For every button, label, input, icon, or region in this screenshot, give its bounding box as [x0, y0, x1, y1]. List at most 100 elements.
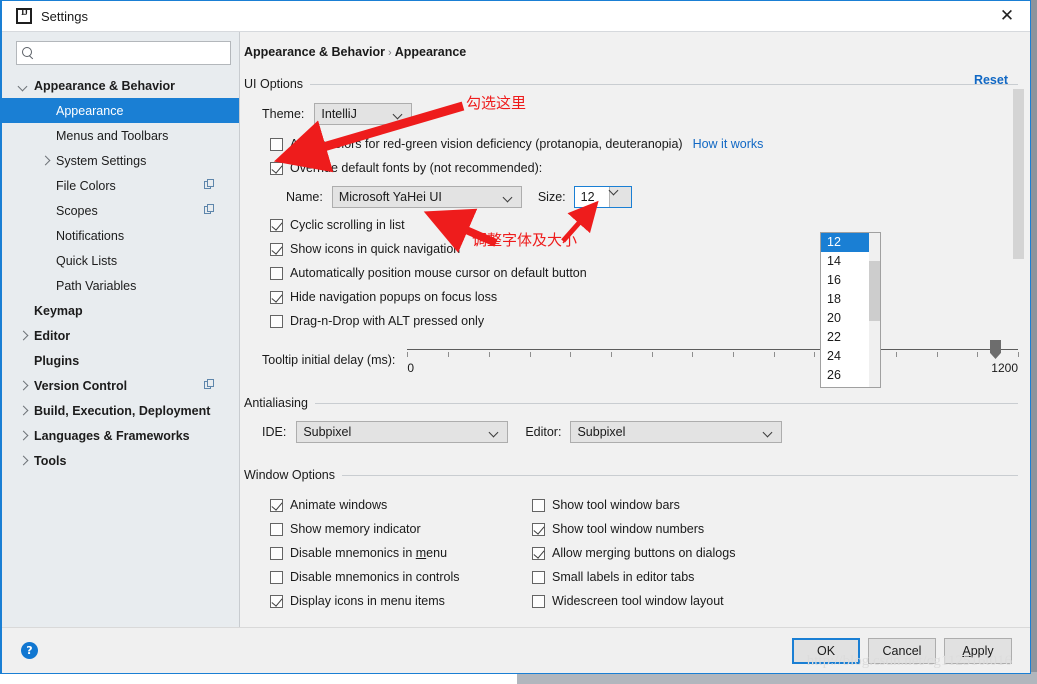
override-fonts-row[interactable]: Override default fonts by (not recommend… [270, 161, 1018, 175]
chevron-down-icon [504, 194, 512, 202]
copy-settings-icon[interactable] [204, 179, 215, 190]
checkbox-row-show-icons-in-quick-navigation[interactable]: Show icons in quick navigation [270, 242, 1018, 256]
section-antialiasing: Antialiasing IDE: Subpixel Editor: Subpi… [244, 396, 1018, 443]
checkbox-control[interactable] [270, 266, 283, 280]
copy-settings-icon[interactable] [204, 379, 215, 390]
ide-antialias-select[interactable]: Subpixel [296, 421, 509, 443]
window-option-disable-mnemonics-in-controls[interactable]: Disable mnemonics in controls [270, 570, 532, 584]
checkbox-control[interactable] [270, 570, 283, 584]
cancel-button[interactable]: Cancel [868, 637, 936, 664]
breadcrumb-root[interactable]: Appearance & Behavior [244, 45, 385, 59]
font-size-dropdown[interactable]: 12 14 16 18 20 22 24 26 [820, 232, 881, 388]
ok-button[interactable]: OK [792, 637, 860, 664]
content-scrollbar-thumb[interactable] [1013, 89, 1024, 259]
breadcrumb: Appearance & Behavior › Appearance [244, 45, 466, 59]
how-it-works-link[interactable]: How it works [693, 137, 764, 151]
sidebar-item-scopes[interactable]: Scopes [2, 198, 239, 223]
checkbox-control[interactable] [270, 546, 283, 560]
checkbox-control[interactable] [532, 546, 545, 560]
search-box[interactable] [16, 41, 231, 65]
sidebar-item-label: Scopes [56, 203, 98, 218]
override-fonts-checkbox[interactable] [270, 161, 283, 175]
checkbox-label: Drag-n-Drop with ALT pressed only [290, 314, 485, 328]
sidebar-item-menus-and-toolbars[interactable]: Menus and Toolbars [2, 123, 239, 148]
chevron-right-icon[interactable] [18, 405, 29, 416]
sidebar-item-tools[interactable]: Tools [2, 448, 239, 473]
checkbox-control[interactable] [270, 218, 283, 232]
help-icon[interactable]: ? [21, 642, 38, 659]
tooltip-delay-slider[interactable]: 0 1200 [407, 340, 1019, 380]
slider-min-label: 0 [407, 361, 415, 375]
adjust-colors-checkbox[interactable] [270, 137, 283, 151]
dialog-footer: ? http://blog.csdn.net/cg112516t016 OK C… [2, 627, 1030, 673]
chevron-right-icon[interactable] [18, 330, 29, 341]
search-input[interactable] [38, 43, 230, 63]
sidebar-item-build-execution-deployment[interactable]: Build, Execution, Deployment [2, 398, 239, 423]
checkbox-control[interactable] [532, 522, 545, 536]
sidebar-item-editor[interactable]: Editor [2, 323, 239, 348]
sidebar-item-label: Build, Execution, Deployment [34, 403, 211, 418]
chevron-down-icon[interactable] [18, 80, 29, 91]
window-option-show-tool-window-bars[interactable]: Show tool window bars [532, 498, 735, 512]
window-option-disable-mnemonics-in-menu[interactable]: Disable mnemonics in menu [270, 546, 532, 560]
checkbox-control[interactable] [270, 242, 283, 256]
chevron-right-icon[interactable] [40, 155, 51, 166]
editor-antialias-select[interactable]: Subpixel [570, 421, 783, 443]
sidebar-item-appearance[interactable]: Appearance [2, 98, 239, 123]
checkbox-control[interactable] [532, 594, 545, 608]
sidebar-item-quick-lists[interactable]: Quick Lists [2, 248, 239, 273]
window-option-widescreen-tool-window-layout[interactable]: Widescreen tool window layout [532, 594, 735, 608]
sidebar-item-appearance-behavior[interactable]: Appearance & Behavior [2, 73, 239, 98]
reset-link[interactable]: Reset [974, 73, 1008, 87]
font-name-select[interactable]: Microsoft YaHei UI [331, 186, 522, 208]
sidebar-item-notifications[interactable]: Notifications [2, 223, 239, 248]
checkbox-label: Cyclic scrolling in list [290, 218, 405, 232]
window-option-small-labels-in-editor-tabs[interactable]: Small labels in editor tabs [532, 570, 735, 584]
dropdown-scrollbar-track[interactable] [869, 233, 880, 387]
sidebar-item-version-control[interactable]: Version Control [2, 373, 239, 398]
sidebar-item-system-settings[interactable]: System Settings [2, 148, 239, 173]
adjust-colors-row[interactable]: Adjust colors for red-green vision defic… [270, 137, 1018, 151]
checkbox-row-drag-n-drop-with-alt-pressed-only[interactable]: Drag-n-Drop with ALT pressed only [270, 314, 1018, 328]
sidebar-item-plugins[interactable]: Plugins [2, 348, 239, 373]
adjust-colors-label: Adjust colors for red-green vision defic… [290, 137, 683, 151]
checkbox-control[interactable] [270, 290, 283, 304]
checkbox-control[interactable] [270, 498, 283, 512]
checkbox-row-automatically-position-mouse-cursor-on-default-button[interactable]: Automatically position mouse cursor on d… [270, 266, 1018, 280]
window-option-show-memory-indicator[interactable]: Show memory indicator [270, 522, 532, 536]
window-option-show-tool-window-numbers[interactable]: Show tool window numbers [532, 522, 735, 536]
theme-row: Theme: IntelliJ [262, 103, 1018, 125]
chevron-right-icon[interactable] [18, 430, 29, 441]
checkbox-control[interactable] [532, 570, 545, 584]
theme-select[interactable]: IntelliJ [314, 103, 413, 125]
checkbox-control[interactable] [270, 522, 283, 536]
theme-value: IntelliJ [321, 107, 357, 121]
sidebar-item-languages-frameworks[interactable]: Languages & Frameworks [2, 423, 239, 448]
chevron-right-icon[interactable] [18, 380, 29, 391]
window-option-display-icons-in-menu-items[interactable]: Display icons in menu items [270, 594, 532, 608]
font-size-value: 12 [580, 190, 595, 204]
window-option-animate-windows[interactable]: Animate windows [270, 498, 532, 512]
dropdown-scrollbar-thumb[interactable] [869, 261, 880, 321]
sidebar-item-file-colors[interactable]: File Colors [2, 173, 239, 198]
close-icon[interactable]: ✕ [984, 1, 1030, 31]
checkbox-control[interactable] [532, 498, 545, 512]
screen: Settings ✕ Appearance & BehaviorAppearan… [0, 0, 1037, 684]
checkbox-row-hide-navigation-popups-on-focus-loss[interactable]: Hide navigation popups on focus loss [270, 290, 1018, 304]
chevron-right-icon[interactable] [18, 455, 29, 466]
checkbox-control[interactable] [270, 594, 283, 608]
chevron-down-icon[interactable] [608, 187, 631, 207]
sidebar-item-path-variables[interactable]: Path Variables [2, 273, 239, 298]
window-option-allow-merging-buttons-on-dialogs[interactable]: Allow merging buttons on dialogs [532, 546, 735, 560]
window-body: Appearance & Behavior Appearance Menus and… [2, 31, 1030, 627]
checkbox-control[interactable] [270, 314, 283, 328]
sidebar-item-keymap[interactable]: Keymap [2, 298, 239, 323]
checkbox-row-cyclic-scrolling-in-list[interactable]: Cyclic scrolling in list [270, 218, 1018, 232]
font-size-select[interactable]: 12 [573, 186, 632, 208]
apply-button[interactable]: Apply [944, 637, 1012, 664]
copy-settings-icon[interactable] [204, 204, 215, 215]
window-options-right-column: Show tool window bars Show tool window nu… [532, 488, 735, 608]
